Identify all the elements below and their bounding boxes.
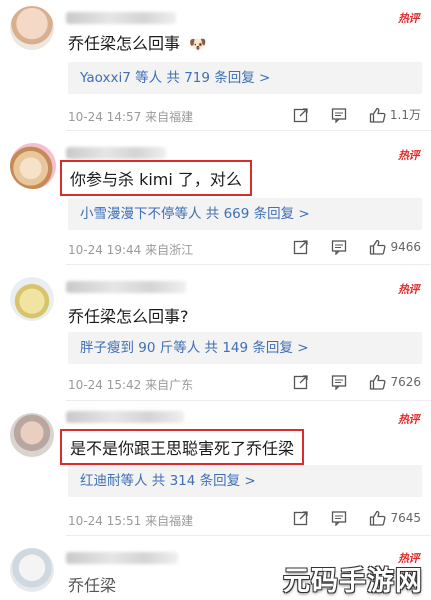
hot-badge: 热评 <box>398 12 420 25</box>
share-button[interactable] <box>293 374 309 390</box>
comment-icon <box>332 375 347 390</box>
avatar[interactable] <box>10 143 56 189</box>
like-button[interactable]: 7645 <box>369 510 421 526</box>
avatar[interactable] <box>10 548 54 592</box>
share-icon <box>294 240 309 255</box>
like-button[interactable]: 1.1万 <box>369 106 421 123</box>
hot-badge: 热评 <box>398 283 420 296</box>
dog-emoji-icon: 🐶 <box>189 37 207 53</box>
replies-link[interactable]: 胖子瘦到 90 斤等人 共 149 条回复 > <box>68 332 422 364</box>
comment-meta: 10-24 15:42 来自广东 <box>68 378 194 392</box>
avatar[interactable] <box>10 277 54 321</box>
comment-actions: 7626 <box>293 374 421 390</box>
comment-icon <box>332 511 347 526</box>
comment-icon <box>332 240 347 255</box>
comment-icon <box>331 107 347 123</box>
like-icon <box>369 107 386 123</box>
like-button[interactable]: 9466 <box>369 239 421 255</box>
comment-text-content: 乔任梁怎么回事 <box>68 34 181 53</box>
share-icon <box>294 375 309 390</box>
comment-actions: 9466 <box>293 239 421 255</box>
like-icon <box>370 374 386 390</box>
comment-button[interactable] <box>331 239 347 255</box>
comment-actions: 1.1万 <box>293 106 421 123</box>
replies-link[interactable]: Yaoxxi7 等人 共 719 条回复 > <box>68 62 422 94</box>
like-count: 7645 <box>390 511 421 525</box>
username[interactable] <box>66 552 178 564</box>
share-button[interactable] <box>293 510 309 526</box>
hot-badge: 热评 <box>398 413 420 426</box>
divider <box>66 400 431 401</box>
divider <box>66 264 431 265</box>
comment-text: 乔任梁怎么回事? <box>68 307 189 326</box>
comment-button[interactable] <box>331 374 347 390</box>
comment-text: 是不是你跟王思聪害死了乔任梁 <box>60 429 305 465</box>
hot-badge: 热评 <box>398 149 420 162</box>
divider <box>66 535 431 536</box>
like-icon <box>370 510 386 526</box>
like-icon <box>370 239 386 255</box>
watermark: 元码手游网 <box>283 566 423 597</box>
share-button[interactable] <box>293 239 309 255</box>
comment-text: 你参与杀 kimi 了，对么 <box>60 160 252 196</box>
replies-link[interactable]: 红迪耐等人 共 314 条回复 > <box>68 465 422 497</box>
comment-actions: 7645 <box>293 510 421 526</box>
like-count: 1.1万 <box>389 108 421 122</box>
share-icon <box>293 107 308 122</box>
share-icon <box>294 511 309 526</box>
username[interactable] <box>66 281 186 293</box>
avatar[interactable] <box>10 413 54 457</box>
username[interactable] <box>66 411 184 423</box>
comment-text: 乔任梁怎么回事 🐶 <box>68 30 207 54</box>
comment-button[interactable] <box>331 107 347 123</box>
comment-meta: 10-24 14:57 来自福建 <box>68 110 194 124</box>
comment-meta: 10-24 19:44 来自浙江 <box>68 243 194 257</box>
replies-link[interactable]: 小雪漫漫下不停等人 共 669 条回复 > <box>68 198 422 230</box>
avatar[interactable] <box>10 6 54 50</box>
like-count: 7626 <box>390 375 421 389</box>
comment-text: 乔任梁 <box>68 576 117 595</box>
like-count: 9466 <box>390 240 421 254</box>
username[interactable] <box>66 147 166 159</box>
comment-button[interactable] <box>331 510 347 526</box>
like-button[interactable]: 7626 <box>369 374 421 390</box>
comment-meta: 10-24 15:51 来自福建 <box>68 514 194 528</box>
username[interactable] <box>66 12 176 24</box>
divider <box>66 130 431 131</box>
share-button[interactable] <box>293 107 309 123</box>
